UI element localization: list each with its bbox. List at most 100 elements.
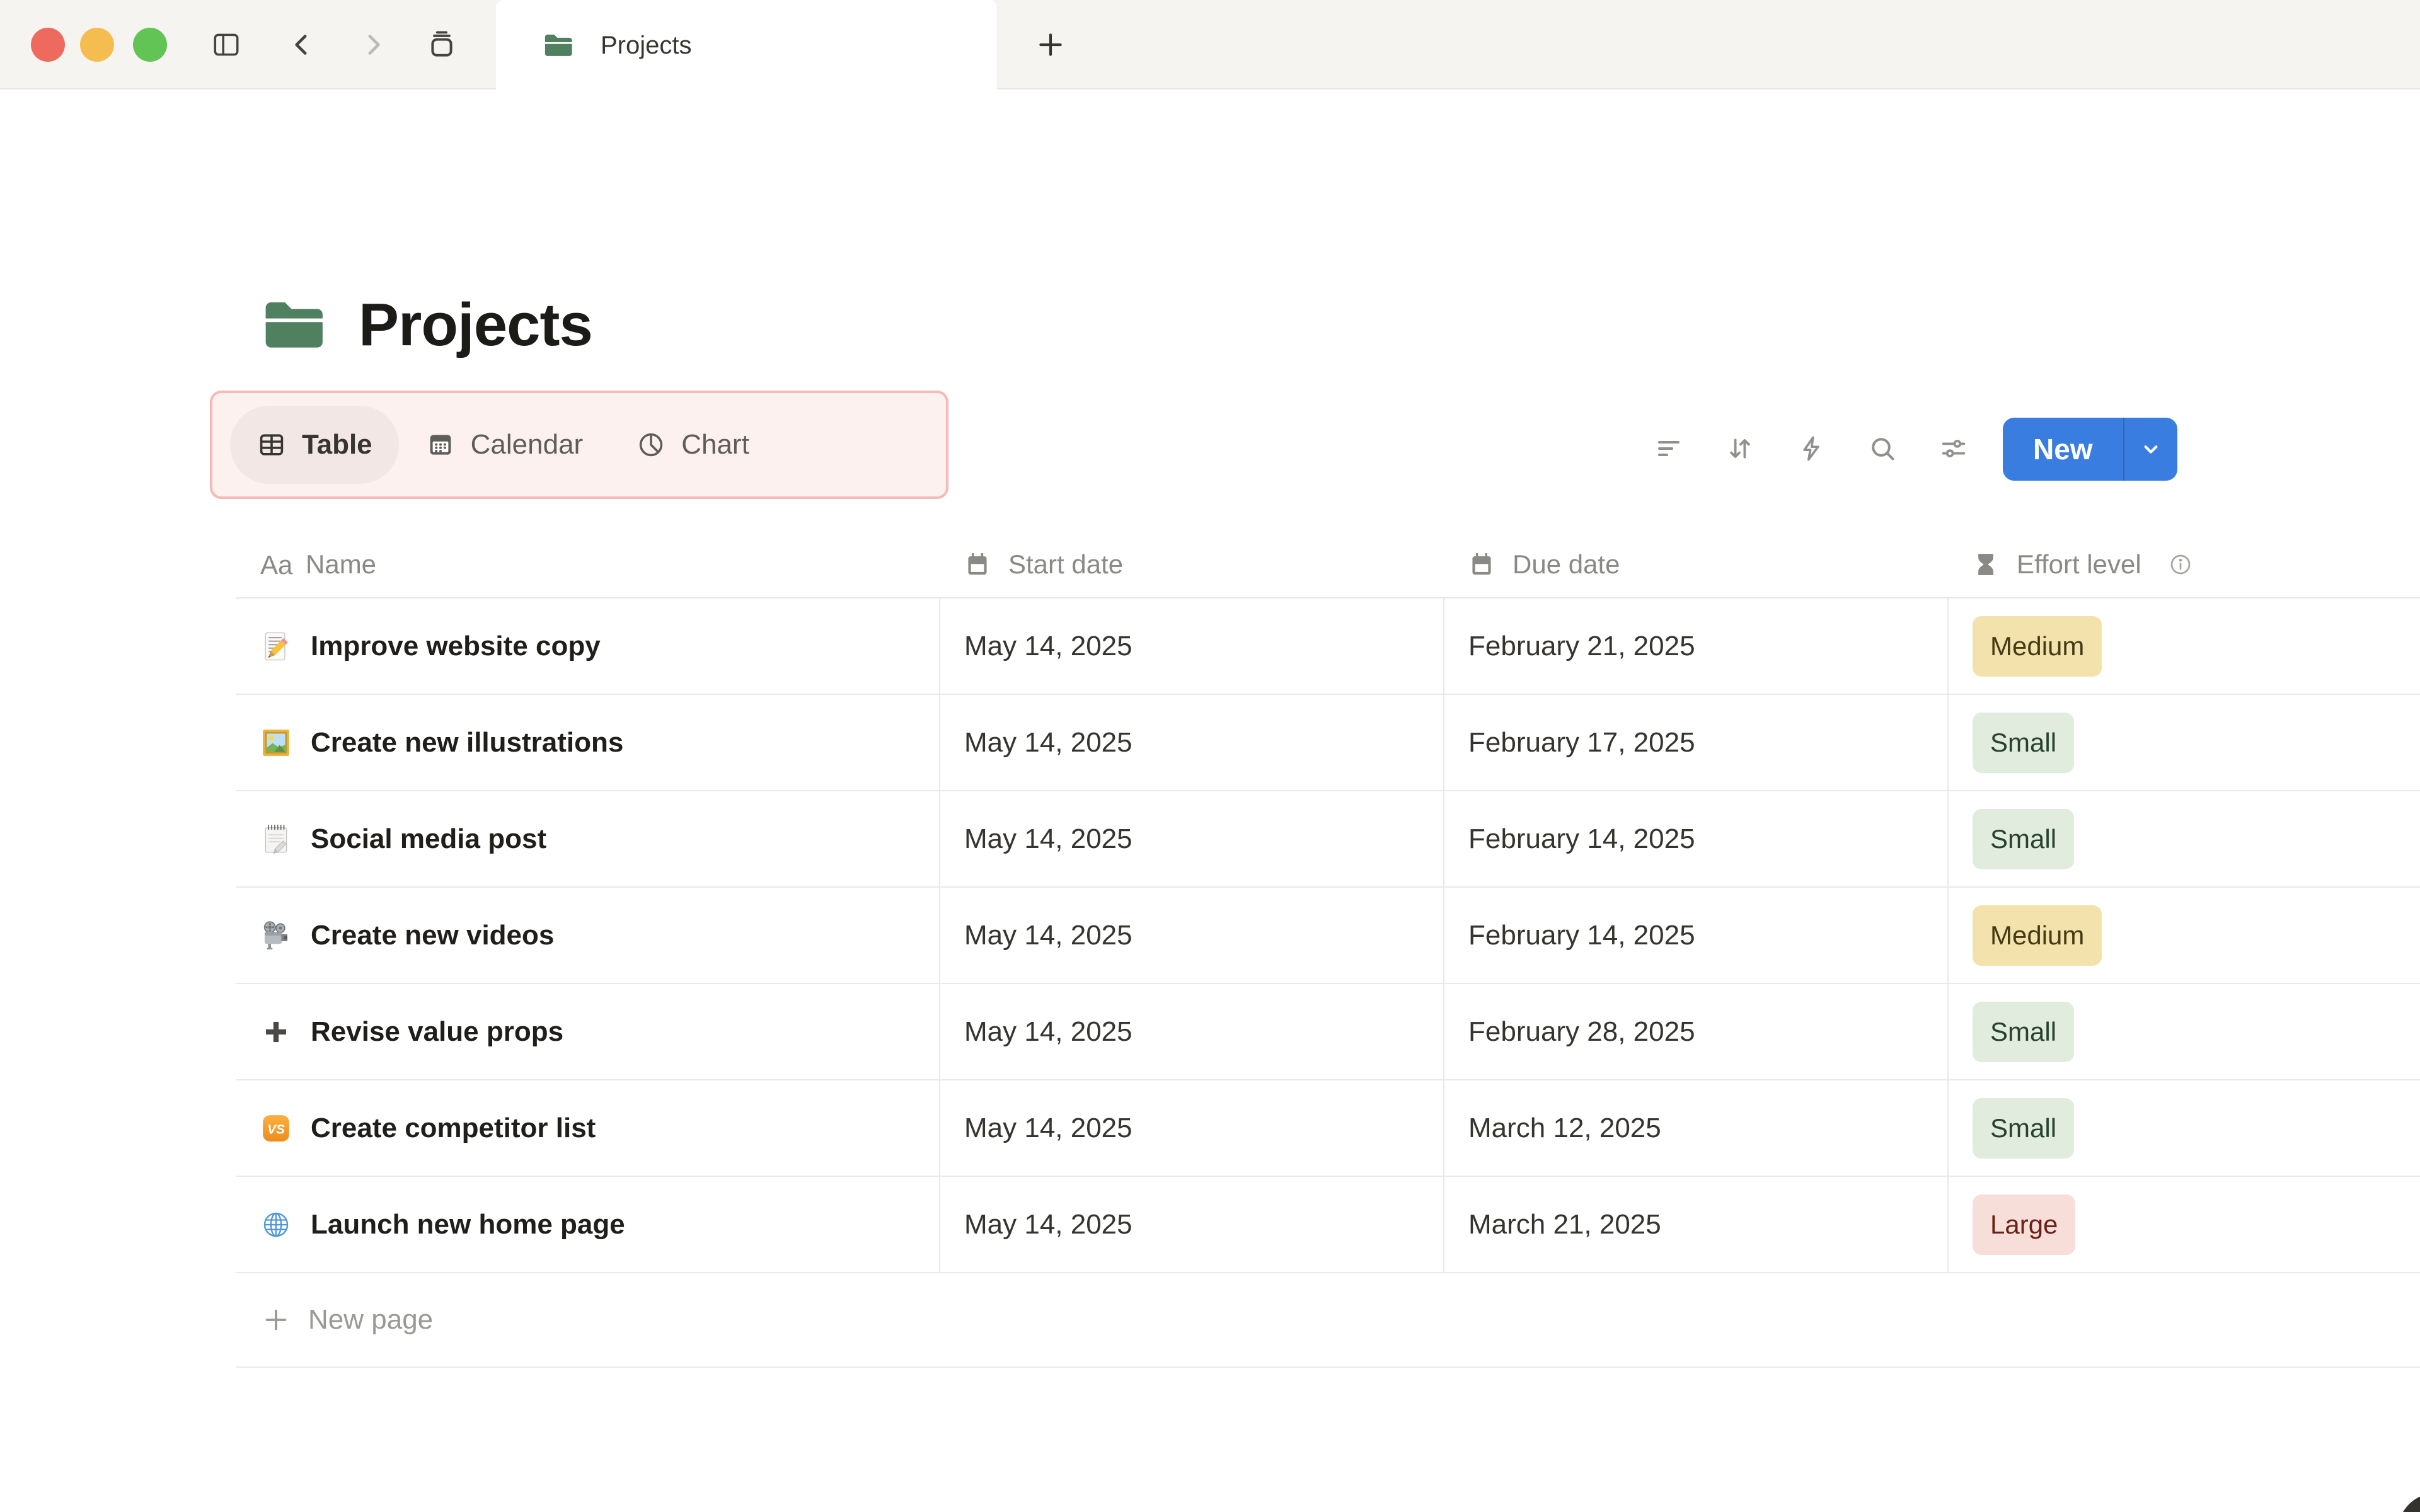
page-folder-icon[interactable] [255, 289, 327, 361]
cell-effort-level[interactable]: Small [1947, 695, 2420, 790]
new-page-label: New page [308, 1304, 434, 1335]
effort-badge: Small [1973, 712, 2075, 773]
column-header-name[interactable]: Aa Name [236, 532, 939, 597]
table-row: Revise value props May 14, 2025 February… [236, 984, 2420, 1080]
column-header-start-date[interactable]: Start date [939, 532, 1443, 597]
view-tab-label: Calendar [470, 429, 584, 460]
page-header: Projects [255, 284, 593, 367]
new-dropdown-button[interactable] [2123, 418, 2177, 481]
row-title: Launch new home page [311, 1208, 625, 1240]
movie-camera-icon [260, 920, 292, 951]
close-window-button[interactable] [31, 28, 65, 62]
cell-name[interactable]: Revise value props [236, 984, 939, 1079]
cell-due-date[interactable]: February 17, 2025 [1443, 695, 1947, 790]
folder-icon [540, 28, 574, 62]
new-page-button[interactable]: New page [236, 1273, 2420, 1368]
cell-start-date[interactable]: May 14, 2025 [939, 888, 1443, 983]
heavy-plus-icon [260, 1016, 292, 1048]
cell-name[interactable]: VS Create competitor list [236, 1080, 939, 1176]
forward-icon[interactable] [357, 29, 389, 60]
lightning-icon[interactable] [1796, 433, 1826, 464]
effort-badge: Medium [1973, 905, 2102, 966]
cell-due-date[interactable]: February 14, 2025 [1443, 791, 1947, 886]
table-row: Create new illustrations May 14, 2025 Fe… [236, 695, 2420, 791]
table-body: Improve website copy May 14, 2025 Februa… [236, 598, 2420, 1273]
cell-due-date[interactable]: February 21, 2025 [1443, 598, 1947, 694]
cell-name[interactable]: Create new illustrations [236, 695, 939, 790]
effort-badge: Small [1973, 1001, 2075, 1062]
cell-start-date[interactable]: May 14, 2025 [939, 984, 1443, 1079]
table-row: Launch new home page May 14, 2025 March … [236, 1177, 2420, 1273]
tab-label: Projects [601, 31, 692, 59]
info-icon[interactable] [2168, 552, 2193, 577]
view-tab-label: Chart [681, 429, 749, 460]
view-tabs-highlight: Table Calendar Chart [210, 391, 948, 499]
cell-start-date[interactable]: May 14, 2025 [939, 1177, 1443, 1272]
sort-icon[interactable] [1725, 433, 1755, 464]
row-title: Create new illustrations [311, 726, 624, 758]
sidebar-toggle-icon[interactable] [210, 29, 242, 60]
calendar-icon [1467, 550, 1496, 579]
chart-icon [636, 430, 666, 460]
chevron-down-icon [2138, 436, 2164, 462]
settings-sliders-icon[interactable] [1939, 433, 1969, 464]
table-row: Create new videos May 14, 2025 February … [236, 888, 2420, 984]
column-label: Start date [1008, 549, 1124, 579]
cell-start-date[interactable]: May 14, 2025 [939, 598, 1443, 694]
page-title[interactable]: Projects [359, 290, 593, 360]
cell-name[interactable]: Improve website copy [236, 598, 939, 694]
memo-icon [260, 631, 292, 662]
view-tab-table[interactable]: Table [230, 406, 399, 484]
cell-effort-level[interactable]: Large [1947, 1177, 2420, 1272]
globe-icon [260, 1209, 292, 1240]
filter-icon[interactable] [1654, 433, 1684, 464]
calendar-icon [963, 550, 992, 579]
hourglass-icon [1971, 550, 2000, 579]
effort-badge: Large [1973, 1194, 2076, 1255]
vs-icon: VS [260, 1113, 292, 1144]
new-button[interactable]: New [2003, 418, 2123, 481]
minimize-window-button[interactable] [80, 28, 114, 62]
column-label: Name [306, 549, 377, 579]
search-icon[interactable] [1867, 433, 1898, 464]
new-button-group: New [2003, 418, 2177, 481]
cell-start-date[interactable]: May 14, 2025 [939, 1080, 1443, 1176]
table-row: VS Create competitor list May 14, 2025 M… [236, 1080, 2420, 1177]
row-title: Create new videos [311, 919, 555, 951]
column-header-due-date[interactable]: Due date [1443, 532, 1947, 597]
column-header-effort-level[interactable]: Effort level [1947, 532, 2420, 597]
tab-projects[interactable]: Projects [496, 0, 997, 91]
table-header-row: Aa Name Start date Due date Effort level [236, 532, 2420, 598]
back-icon[interactable] [286, 29, 318, 60]
help-button-partial[interactable] [2398, 1493, 2420, 1512]
spiral-notepad-icon [260, 823, 292, 855]
cell-name[interactable]: Create new videos [236, 888, 939, 983]
cell-due-date[interactable]: March 21, 2025 [1443, 1177, 1947, 1272]
row-title: Revise value props [311, 1016, 564, 1047]
view-tab-chart[interactable]: Chart [609, 406, 776, 484]
cell-effort-level[interactable]: Small [1947, 984, 2420, 1079]
cell-effort-level[interactable]: Medium [1947, 598, 2420, 694]
cell-due-date[interactable]: February 14, 2025 [1443, 888, 1947, 983]
effort-badge: Small [1973, 1097, 2075, 1159]
cell-effort-level[interactable]: Small [1947, 1080, 2420, 1176]
history-icon[interactable] [424, 29, 460, 60]
cell-due-date[interactable]: February 28, 2025 [1443, 984, 1947, 1079]
cell-start-date[interactable]: May 14, 2025 [939, 791, 1443, 886]
cell-name[interactable]: Social media post [236, 791, 939, 886]
text-icon: Aa [260, 550, 293, 580]
row-title: Improve website copy [311, 630, 601, 662]
cell-effort-level[interactable]: Medium [1947, 888, 2420, 983]
cell-due-date[interactable]: March 12, 2025 [1443, 1080, 1947, 1176]
view-tab-calendar[interactable]: Calendar [399, 406, 610, 484]
effort-badge: Small [1973, 808, 2075, 869]
zoom-window-button[interactable] [133, 28, 167, 62]
cell-start-date[interactable]: May 14, 2025 [939, 695, 1443, 790]
table-row: Improve website copy May 14, 2025 Februa… [236, 598, 2420, 695]
window-tab-bar: Projects [0, 0, 2420, 91]
cell-effort-level[interactable]: Small [1947, 791, 2420, 886]
new-tab-icon[interactable] [1035, 29, 1066, 60]
view-tab-label: Table [302, 429, 372, 460]
row-title: Create competitor list [311, 1112, 596, 1143]
cell-name[interactable]: Launch new home page [236, 1177, 939, 1272]
